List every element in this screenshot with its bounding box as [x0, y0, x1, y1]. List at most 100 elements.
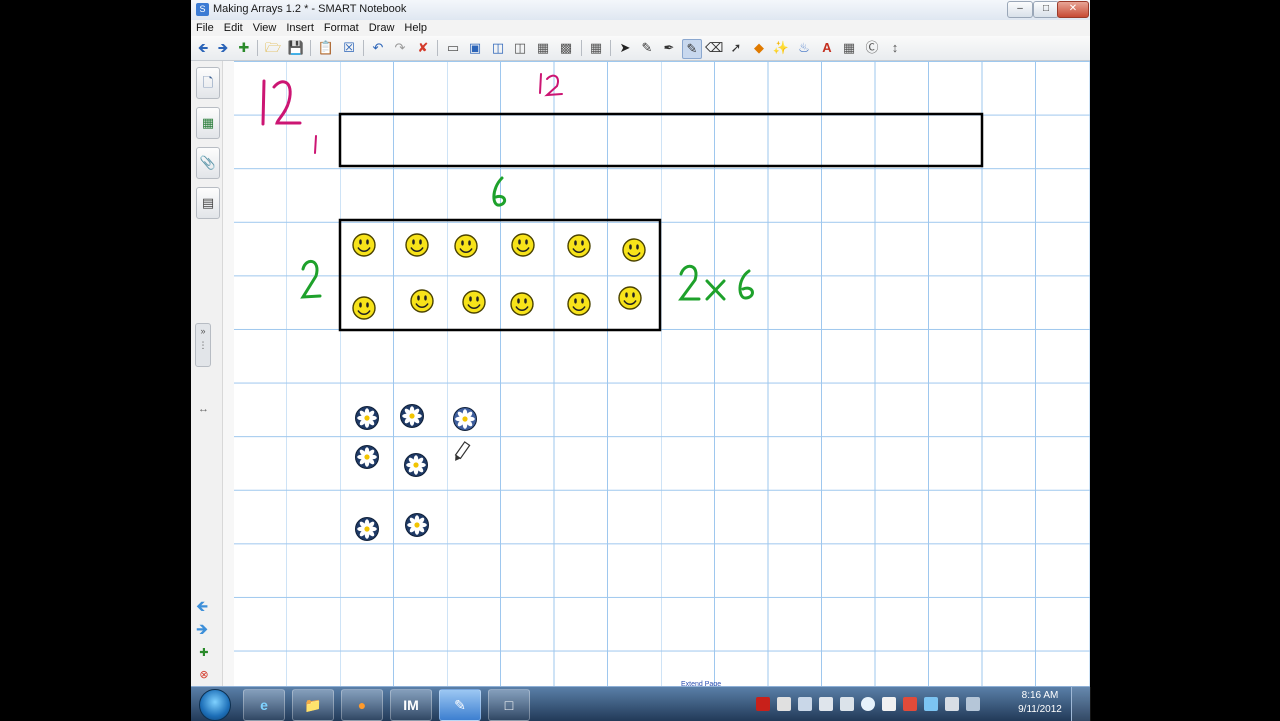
pen-tray-icon[interactable] — [945, 697, 959, 711]
flower-icon — [404, 453, 428, 477]
menu-edit[interactable]: Edit — [219, 20, 248, 34]
page-sorter-icon[interactable]: 🗋 — [196, 67, 220, 99]
smiley-face-icon — [567, 292, 591, 316]
flower-icon — [355, 517, 379, 541]
show-desktop-button[interactable] — [1071, 687, 1091, 721]
fill-icon[interactable]: ♨ — [795, 39, 813, 57]
forward-arrow-icon[interactable]: 🡺 — [214, 39, 232, 57]
toolbar-separator — [363, 40, 364, 56]
move-toolbar-icon[interactable]: ↕ — [886, 39, 904, 57]
close-button[interactable]: ✕ — [1057, 1, 1089, 18]
menu-insert[interactable]: Insert — [281, 20, 319, 34]
full-screen-icon[interactable]: ▣ — [466, 39, 484, 57]
eraser-icon[interactable]: ⌫ — [705, 39, 723, 57]
maximize-button[interactable]: □ — [1033, 1, 1059, 18]
clock-date[interactable]: 9/11/2012 — [1012, 704, 1068, 715]
back-arrow-icon[interactable]: 🡸 — [194, 39, 212, 57]
menu-draw[interactable]: Draw — [364, 20, 400, 34]
highlighter-icon[interactable]: ✎ — [682, 39, 702, 59]
properties-icon[interactable]: ▤ — [196, 187, 220, 219]
window-title: Making Arrays 1.2 * - SMART Notebook — [213, 3, 407, 15]
capture-icon[interactable]: ▦ — [534, 39, 552, 57]
sync-icon[interactable] — [924, 697, 938, 711]
toolbar-separator — [437, 40, 438, 56]
smiley-face-icon — [454, 234, 478, 258]
paste-icon[interactable]: 📋 — [317, 39, 335, 57]
gallery-icon[interactable]: ▦ — [196, 107, 220, 139]
windows-taskbar: e 📁 ● IM ✎ □ 8:16 AM 9/11/2012 — [191, 686, 1091, 721]
smiley-face-icon — [511, 233, 535, 257]
im-app-icon[interactable]: IM — [390, 689, 432, 721]
firefox-icon[interactable]: ● — [341, 689, 383, 721]
pen-icon[interactable]: ✎ — [638, 39, 656, 57]
whiteboard-canvas[interactable]: Extend Page — [234, 61, 1090, 688]
two-by-six-array-rectangle — [338, 218, 662, 332]
properties-icon[interactable]: ▦ — [840, 39, 858, 57]
select-arrow-icon[interactable]: ➤ — [616, 39, 634, 57]
monitor-icon[interactable] — [819, 697, 833, 711]
smiley-face-icon — [510, 292, 534, 316]
adobe-icon[interactable] — [756, 697, 770, 711]
flower-icon — [355, 445, 379, 469]
side-tab-bar: 🗋 ▦ 📎 ▤ » ⋮ ↔ 🡸 🡺 ✚ ⊗ — [191, 61, 234, 686]
sidebar-resize-icon[interactable]: ↔ — [198, 403, 209, 415]
save-icon[interactable]: 💾 — [287, 39, 305, 57]
menu-format[interactable]: Format — [319, 20, 364, 34]
internet-explorer-icon[interactable]: e — [243, 689, 285, 721]
sidebar-scrollbar[interactable] — [222, 61, 234, 686]
menu-bar: File Edit View Insert Format Draw Help — [191, 20, 1090, 36]
shape-recognition-icon[interactable]: Ⓒ — [863, 39, 881, 57]
security-icon[interactable] — [903, 697, 917, 711]
flash-icon[interactable] — [861, 697, 875, 711]
file-explorer-icon[interactable]: 📁 — [292, 689, 334, 721]
windows-start-orb[interactable] — [199, 689, 231, 721]
f-icon[interactable] — [882, 697, 896, 711]
text-icon[interactable]: A — [818, 39, 836, 57]
delete-icon[interactable]: ✘ — [414, 39, 432, 57]
flower-icon — [405, 513, 429, 537]
menu-file[interactable]: File — [191, 20, 219, 34]
creative-pen-icon[interactable]: ✒ — [660, 39, 678, 57]
clock-time[interactable]: 8:16 AM — [1012, 690, 1068, 701]
ink-placeholder — [508, 147, 522, 161]
capture-toolbar-icon[interactable]: ▩ — [557, 39, 575, 57]
smiley-face-icon — [352, 233, 376, 257]
one-by-twelve-rectangle — [338, 112, 984, 168]
smart-notebook-window: S Making Arrays 1.2 * - SMART Notebook –… — [191, 0, 1090, 720]
add-page-icon[interactable]: ✚ — [235, 39, 253, 57]
network-icon[interactable] — [798, 697, 812, 711]
title-bar: S Making Arrays 1.2 * - SMART Notebook –… — [191, 0, 1090, 21]
smiley-face-icon — [618, 286, 642, 310]
undo-icon[interactable]: ↶ — [369, 39, 387, 57]
screen-shade-icon[interactable]: ▭ — [444, 39, 462, 57]
ink-6-label — [492, 176, 507, 207]
smart-notebook-icon: S — [196, 3, 209, 16]
magic-pen-icon[interactable]: ✨ — [772, 39, 790, 57]
attachments-icon[interactable]: 📎 — [196, 147, 220, 179]
redo-icon[interactable]: ↷ — [391, 39, 409, 57]
line-icon[interactable]: ➚ — [727, 39, 745, 57]
previous-page-icon[interactable]: 🡸 — [196, 596, 208, 621]
speaker-icon[interactable] — [777, 697, 791, 711]
flower-group — [355, 404, 477, 541]
add-page-icon[interactable]: ✚ — [196, 645, 212, 661]
minimize-button[interactable]: – — [1007, 1, 1033, 18]
open-folder-icon[interactable]: 🗁 — [264, 39, 282, 57]
ink-equation-2x6 — [678, 264, 754, 301]
document-camera-icon[interactable]: ◫ — [511, 39, 529, 57]
smiley-array — [352, 233, 646, 320]
shapes-icon[interactable]: ◆ — [750, 39, 768, 57]
delete-page-icon[interactable]: ☒ — [340, 39, 358, 57]
menu-view[interactable]: View — [248, 20, 282, 34]
insert-table-icon[interactable]: ▦ — [587, 39, 605, 57]
screen-capture-icon[interactable]: □ — [488, 689, 530, 721]
flower-icon — [453, 407, 477, 431]
volume-icon[interactable] — [966, 697, 980, 711]
delete-page-icon[interactable]: ⊗ — [196, 667, 212, 683]
sidebar-collapse-grip[interactable]: » ⋮ — [195, 323, 211, 367]
smart-notebook-task-icon[interactable]: ✎ — [439, 689, 481, 721]
next-page-icon[interactable]: 🡺 — [196, 619, 208, 644]
update-icon[interactable] — [840, 697, 854, 711]
menu-help[interactable]: Help — [399, 20, 432, 34]
dual-page-icon[interactable]: ◫ — [489, 39, 507, 57]
